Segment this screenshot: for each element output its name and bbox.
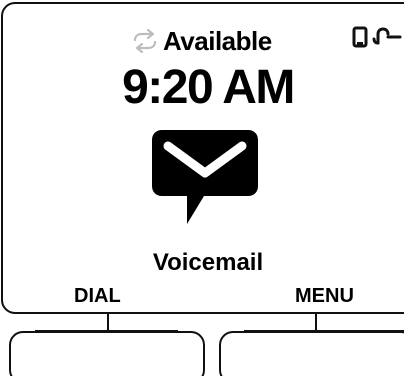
notification-label: Voicemail [152,249,264,276]
presence-status-text: Available [163,26,272,56]
phone-screen: Available 9:20 AM Voicemail DIAL MENU [0,0,404,376]
handset-icon [352,26,368,48]
status-bar: Available [129,22,272,60]
headset-icon [372,27,402,45]
device-status-icons [352,26,402,48]
clock-time: 9:20 AM [122,61,295,114]
presence-sync-icon [133,28,157,54]
voicemail-envelope-icon [152,130,258,224]
softkey-label-dial: DIAL [74,285,121,307]
menu-softkey-button[interactable] [219,331,404,376]
dial-softkey-button[interactable] [9,331,205,376]
softkey-label-menu: MENU [295,285,354,307]
